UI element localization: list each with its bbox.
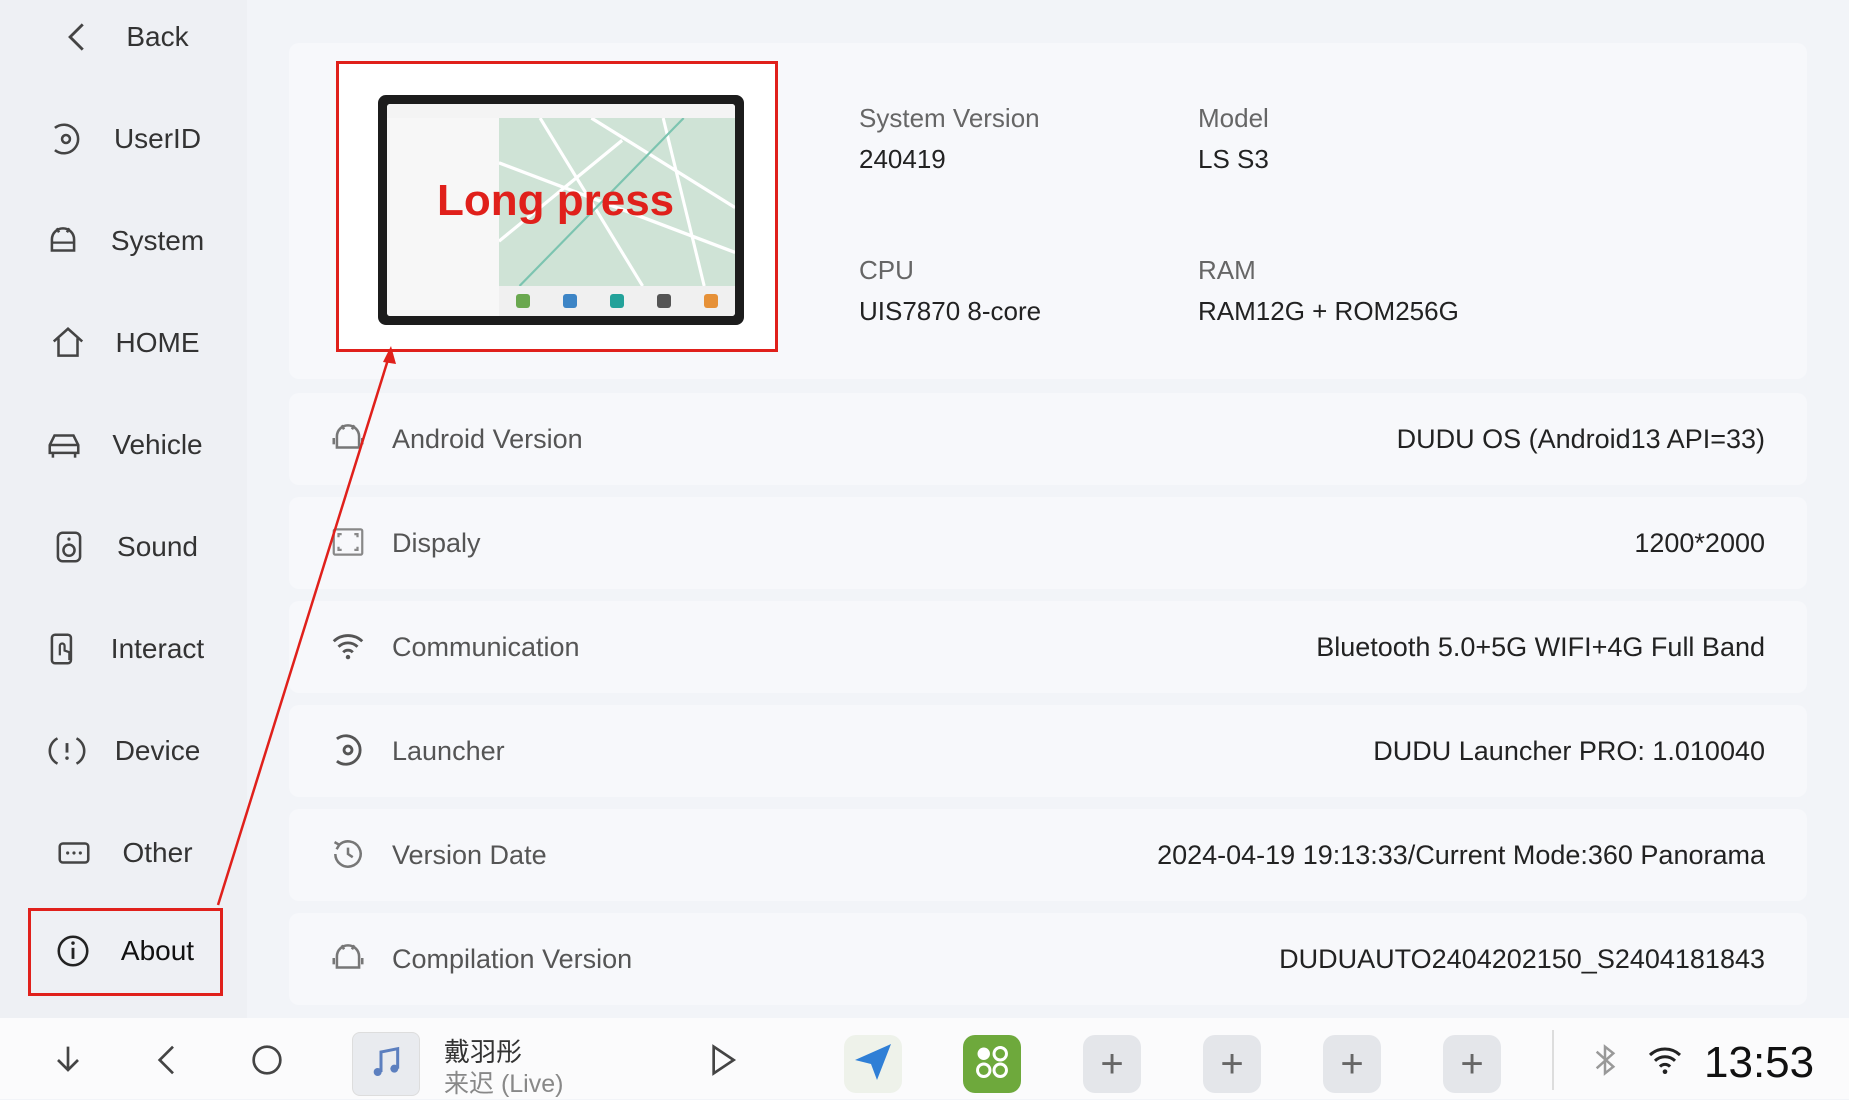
sidebar-item-system[interactable]: System	[0, 190, 247, 292]
spec-label: Model	[1198, 103, 1269, 133]
row-label: Dispaly	[392, 528, 481, 558]
row-value: DUDUAUTO2404202150_S2404181843	[1279, 944, 1765, 974]
sidebar-item-label: About	[120, 935, 195, 966]
sidebar-item-label: Other	[122, 837, 193, 868]
sidebar-item-label: Device	[114, 735, 201, 766]
bluetooth-icon[interactable]	[1585, 1040, 1625, 1080]
add-app-slot-1[interactable]: +	[1083, 1035, 1141, 1093]
row-label: Launcher	[392, 736, 505, 766]
row-label: Android Version	[392, 424, 583, 454]
row-value: 2024-04-19 19:13:33/Current Mode:360 Pan…	[1157, 840, 1765, 870]
apps-grid-icon	[970, 1040, 1014, 1089]
device-alert-icon	[47, 731, 87, 771]
spec-value: LS S3	[1198, 144, 1269, 174]
sidebar-item-home[interactable]: HOME	[0, 292, 247, 394]
home-nav-icon[interactable]	[247, 1040, 287, 1080]
spec-label: System Version	[859, 103, 1040, 133]
sidebar-item-label: Vehicle	[112, 429, 203, 460]
long-press-annotation: Long press	[437, 176, 675, 225]
row-launcher[interactable]: Launcher DUDU Launcher PRO: 1.010040	[289, 705, 1807, 797]
row-value: DUDU Launcher PRO: 1.010040	[1373, 736, 1765, 766]
row-label: Compilation Version	[392, 944, 633, 974]
row-display[interactable]: Dispaly 1200*2000	[289, 497, 1807, 589]
play-icon[interactable]	[702, 1040, 742, 1080]
add-app-slot-2[interactable]: +	[1203, 1035, 1261, 1093]
sidebar-item-label: Interact	[110, 633, 205, 664]
sidebar-item-interact[interactable]: Interact	[0, 598, 247, 700]
app-tile-apps[interactable]	[963, 1035, 1021, 1093]
sidebar: Back UserID System HOME Vehicle Sound In…	[0, 0, 247, 1018]
navigation-arrow-icon	[849, 1038, 897, 1091]
speaker-icon	[49, 527, 89, 567]
row-value: 1200*2000	[1634, 528, 1765, 558]
device-status-bar	[387, 104, 735, 118]
android-icon	[329, 939, 367, 977]
user-id-icon	[46, 119, 86, 159]
back-nav-icon[interactable]	[148, 1040, 188, 1080]
android-icon	[329, 419, 367, 457]
row-version-date[interactable]: Version Date 2024-04-19 19:13:33/Current…	[289, 809, 1807, 901]
sidebar-item-userid[interactable]: UserID	[0, 88, 247, 190]
row-android-version[interactable]: Android Version DUDU OS (Android13 API=3…	[289, 393, 1807, 485]
row-label: Communication	[392, 632, 580, 662]
spec-cpu: CPU UIS7870 8-core	[859, 255, 1041, 327]
fullscreen-icon	[329, 523, 367, 561]
wifi-status-icon[interactable]	[1645, 1040, 1685, 1080]
spec-label: CPU	[859, 255, 914, 285]
spec-value: RAM12G + ROM256G	[1198, 296, 1459, 326]
add-app-slot-4[interactable]: +	[1443, 1035, 1501, 1093]
row-compilation-version[interactable]: Compilation Version DUDUAUTO2404202150_S…	[289, 913, 1807, 1005]
row-label: Version Date	[392, 840, 547, 870]
wifi-icon	[329, 627, 367, 665]
history-icon	[329, 835, 367, 873]
spec-value: 240419	[859, 144, 946, 174]
more-icon	[54, 833, 94, 873]
sidebar-item-vehicle[interactable]: Vehicle	[0, 394, 247, 496]
sidebar-item-label: System	[110, 225, 205, 256]
sidebar-item-device[interactable]: Device	[0, 700, 247, 802]
sidebar-item-label: Sound	[117, 531, 198, 562]
chevron-down-icon[interactable]	[48, 1040, 88, 1080]
sidebar-item-sound[interactable]: Sound	[0, 496, 247, 598]
row-communication[interactable]: Communication Bluetooth 5.0+5G WIFI+4G F…	[289, 601, 1807, 693]
row-value: DUDU OS (Android13 API=33)	[1396, 424, 1765, 454]
sidebar-item-label: UserID	[113, 123, 202, 154]
row-value: Bluetooth 5.0+5G WIFI+4G Full Band	[1316, 632, 1765, 662]
sidebar-item-other[interactable]: Other	[0, 802, 247, 904]
clock: 13:53	[1704, 1038, 1815, 1087]
divider	[1552, 1030, 1554, 1090]
android-icon	[43, 221, 83, 261]
add-app-slot-3[interactable]: +	[1323, 1035, 1381, 1093]
car-icon	[44, 425, 84, 465]
app-tile-navigation[interactable]	[844, 1035, 902, 1093]
touch-icon	[43, 629, 83, 669]
spec-ram: RAM RAM12G + ROM256G	[1198, 255, 1459, 327]
launcher-icon	[329, 731, 367, 769]
home-icon	[48, 323, 88, 363]
sidebar-item-back[interactable]: Back	[0, 0, 247, 88]
info-icon	[53, 931, 93, 971]
music-title: 来迟 (Live)	[444, 1070, 564, 1098]
sidebar-item-label: HOME	[115, 327, 200, 358]
spec-model: Model LS S3	[1198, 103, 1269, 175]
music-art[interactable]	[352, 1032, 420, 1096]
spec-label: RAM	[1198, 255, 1256, 285]
music-note-icon	[366, 1042, 406, 1087]
chevron-left-icon	[58, 17, 98, 57]
spec-value: UIS7870 8-core	[859, 296, 1042, 326]
sidebar-item-about[interactable]: About	[0, 900, 247, 1002]
sidebar-item-label: Back	[126, 21, 189, 52]
spec-system-version: System Version 240419	[859, 103, 1040, 175]
device-dock	[499, 286, 735, 316]
